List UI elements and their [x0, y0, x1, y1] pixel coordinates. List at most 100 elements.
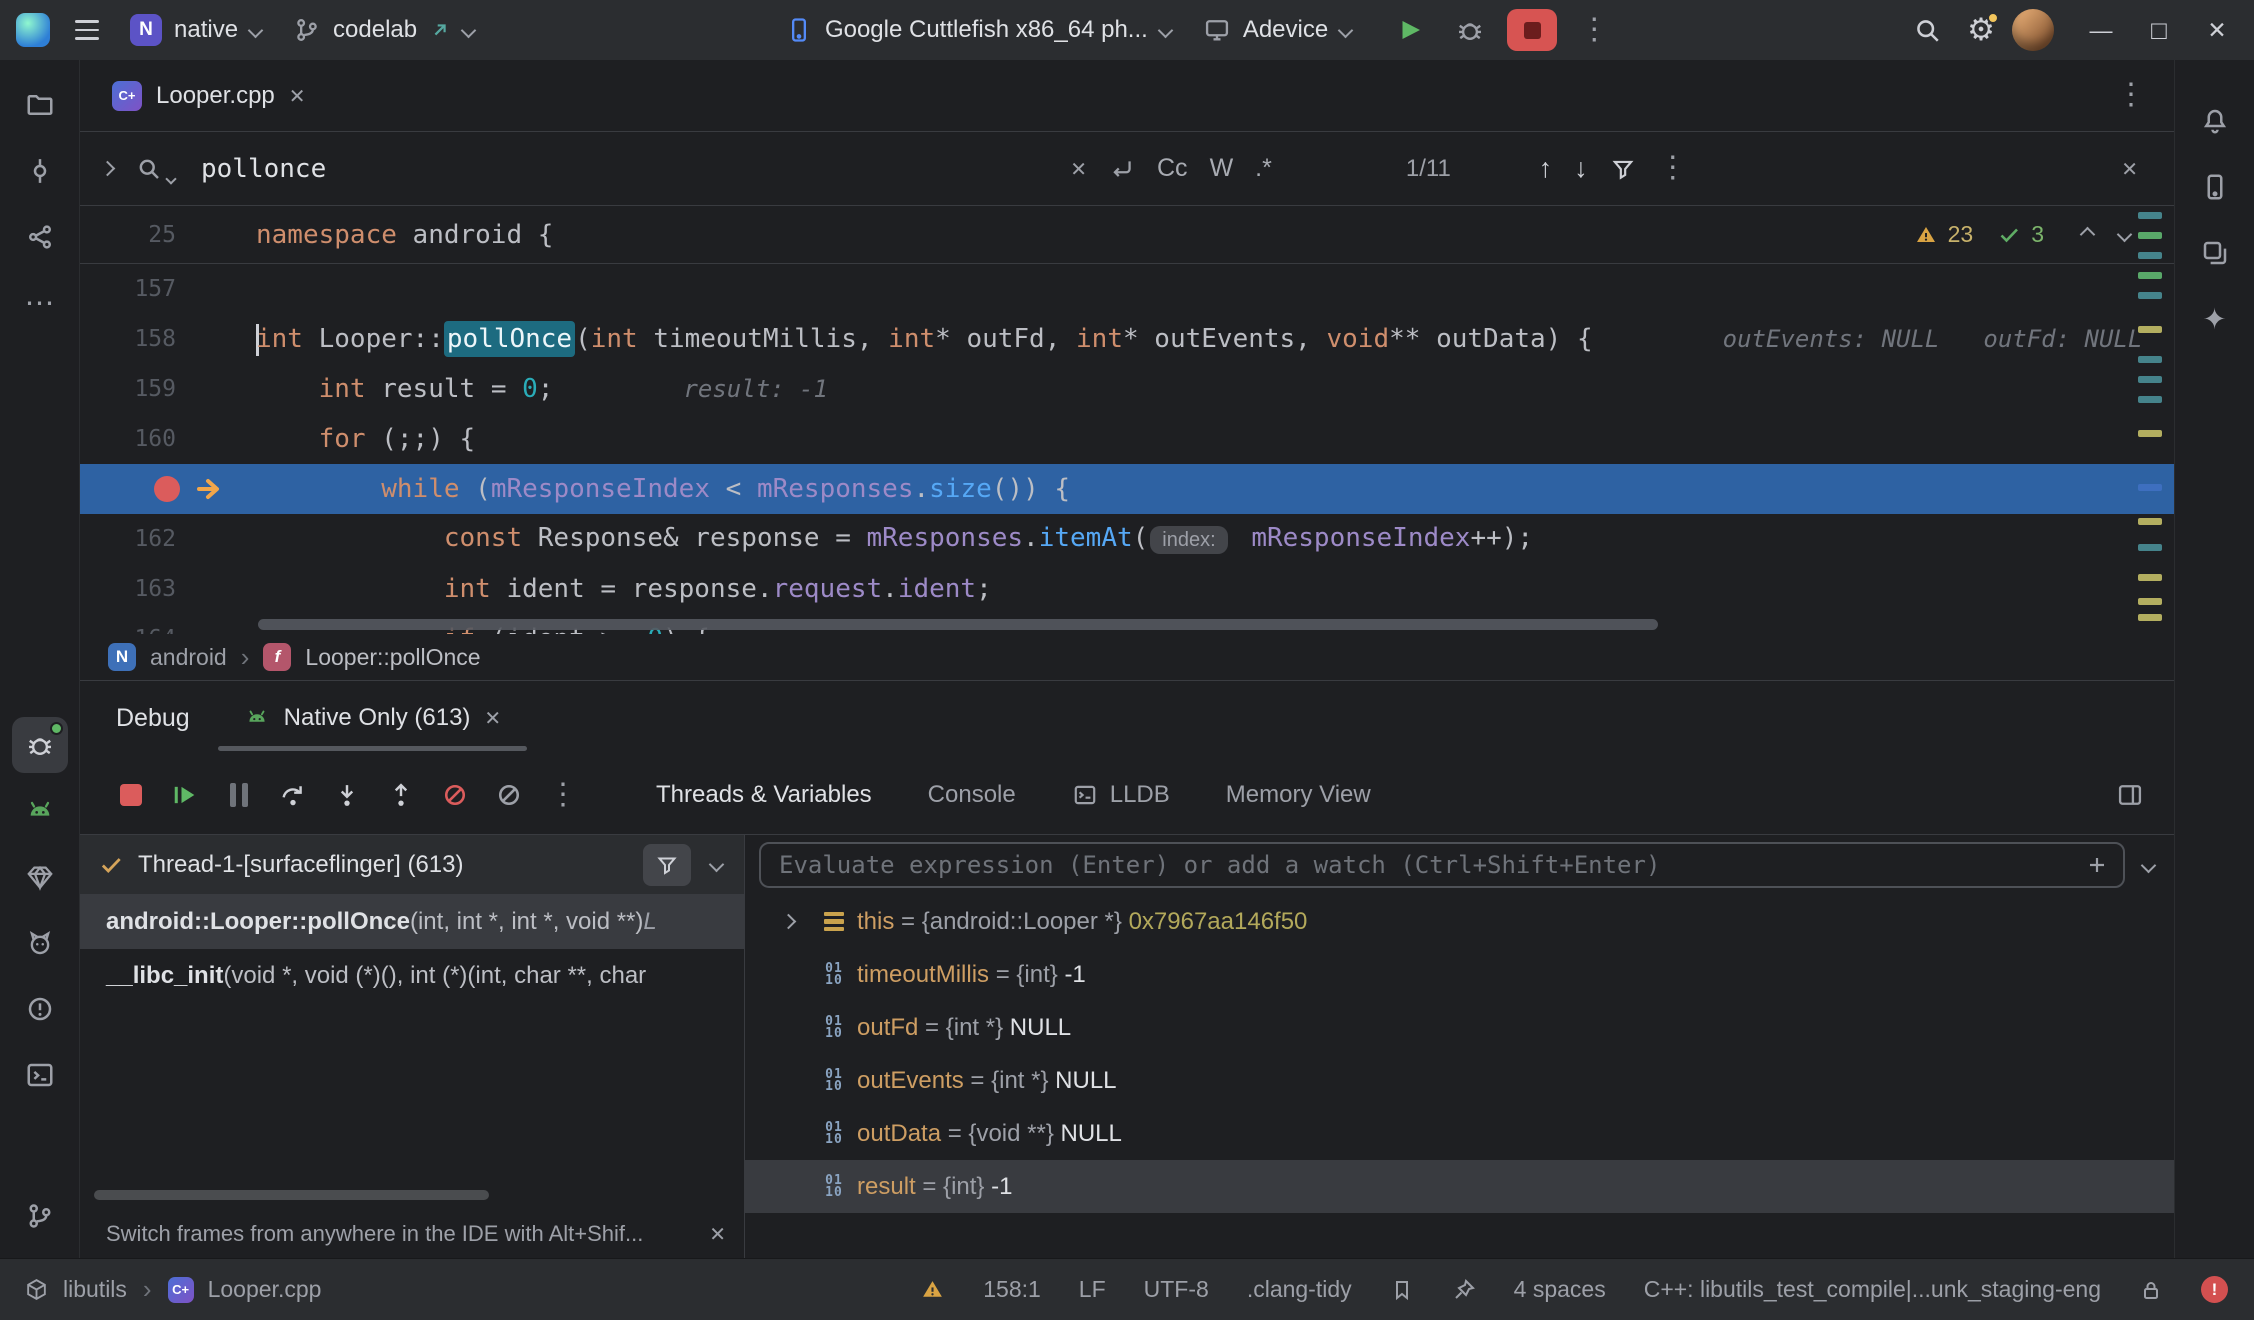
- pause-program-icon[interactable]: [216, 772, 262, 818]
- words-toggle[interactable]: W: [1210, 154, 1234, 183]
- indent-setting[interactable]: 4 spaces: [1514, 1276, 1606, 1303]
- filter-frames-icon[interactable]: [643, 844, 691, 886]
- pull-requests-icon[interactable]: [12, 209, 68, 265]
- breakpoint-icon[interactable]: [154, 476, 180, 502]
- stop-process-icon[interactable]: [108, 772, 154, 818]
- search-mode-icon[interactable]: [135, 155, 175, 183]
- next-match-icon[interactable]: ↓: [1574, 153, 1588, 184]
- commit-icon[interactable]: [12, 143, 68, 199]
- project-folder-icon[interactable]: [12, 77, 68, 133]
- problems-icon[interactable]: [12, 981, 68, 1037]
- tab-lldb[interactable]: LLDB: [1072, 781, 1170, 809]
- stripe-mark[interactable]: [2138, 430, 2162, 437]
- adevice-widget[interactable]: Adevice: [1191, 8, 1363, 52]
- tab-threads-variables[interactable]: Threads & Variables: [656, 781, 872, 809]
- debug-session-tab[interactable]: Native Only (613): [244, 681, 502, 755]
- version-control-icon[interactable]: [12, 1188, 68, 1244]
- stripe-mark[interactable]: [2138, 212, 2162, 219]
- filter-search-icon[interactable]: [1610, 156, 1636, 182]
- code-line-160[interactable]: 160 for (;;) {: [80, 414, 2174, 464]
- code-line-161[interactable]: while (mResponseIndex < mResponses.size(…: [80, 464, 2174, 514]
- bookmark-icon[interactable]: [1390, 1278, 1414, 1302]
- stripe-mark[interactable]: [2138, 518, 2162, 525]
- maximize-button[interactable]: [2130, 1, 2188, 59]
- resume-program-icon[interactable]: [162, 772, 208, 818]
- clear-search-icon[interactable]: [1070, 155, 1087, 183]
- step-over-icon[interactable]: [270, 772, 316, 818]
- code-line-162[interactable]: 162 const Response& response = mResponse…: [80, 514, 2174, 564]
- search-options-icon[interactable]: [1658, 153, 1688, 184]
- frames-scrollbar[interactable]: [94, 1190, 489, 1200]
- add-watch-icon[interactable]: [2085, 853, 2109, 877]
- app-quality-insights-icon[interactable]: [12, 849, 68, 905]
- stop-button[interactable]: [1507, 9, 1557, 51]
- variable-row[interactable]: 0110result = {int} -1: [745, 1160, 2174, 1213]
- editor[interactable]: 25 namespace android { 23 3 157158int Lo…: [80, 206, 2174, 634]
- lock-icon[interactable]: [2139, 1278, 2163, 1302]
- stack-frame[interactable]: __libc_init(void *, void (*)(), int (*)(…: [80, 949, 744, 1003]
- stripe-mark[interactable]: [2138, 614, 2162, 621]
- stripe-mark[interactable]: [2138, 232, 2162, 239]
- run-button[interactable]: [1387, 7, 1433, 53]
- search-everywhere-icon[interactable]: [1904, 7, 1950, 53]
- editor-tab-looper-cpp[interactable]: Looper.cpp: [88, 60, 330, 131]
- stripe-mark[interactable]: [2138, 356, 2162, 363]
- device-manager-icon[interactable]: [2187, 159, 2243, 215]
- step-into-icon[interactable]: [324, 772, 370, 818]
- match-case-toggle[interactable]: Cc: [1157, 154, 1188, 183]
- device-selector[interactable]: Google Cuttlefish x86_64 ph...: [773, 8, 1183, 52]
- minimize-button[interactable]: [2072, 1, 2130, 59]
- more-tool-windows-icon[interactable]: [12, 275, 68, 331]
- user-avatar[interactable]: [2012, 9, 2054, 51]
- warning-icon[interactable]: [920, 1277, 945, 1302]
- stack-frame[interactable]: android::Looper::pollOnce(int, int *, in…: [80, 895, 744, 949]
- clang-tidy[interactable]: .clang-tidy: [1247, 1276, 1352, 1303]
- line-separator[interactable]: LF: [1079, 1276, 1106, 1303]
- expand-search-icon[interactable]: [100, 161, 116, 177]
- caret-position[interactable]: 158:1: [983, 1276, 1041, 1303]
- running-devices-icon[interactable]: [12, 783, 68, 839]
- fatal-error-icon[interactable]: [2201, 1276, 2228, 1303]
- regex-toggle[interactable]: .*: [1255, 154, 1272, 183]
- code-line-157[interactable]: 157: [80, 264, 2174, 314]
- gemini-icon[interactable]: [2187, 291, 2243, 347]
- layout-settings-icon[interactable]: [2116, 781, 2144, 809]
- stripe-mark[interactable]: [2138, 574, 2162, 581]
- error-stripe[interactable]: [2138, 206, 2162, 634]
- stripe-mark[interactable]: [2138, 376, 2162, 383]
- pin-icon[interactable]: [1452, 1278, 1476, 1302]
- search-input[interactable]: pollonce: [201, 154, 326, 184]
- step-out-icon[interactable]: [378, 772, 424, 818]
- layout-inspector-icon[interactable]: [2187, 225, 2243, 281]
- project-widget[interactable]: N native: [118, 8, 273, 52]
- more-run-options-icon[interactable]: [1571, 7, 1617, 53]
- newline-icon[interactable]: [1109, 156, 1135, 182]
- vcs-branch-widget[interactable]: codelab: [281, 8, 486, 52]
- close-session-icon[interactable]: [484, 704, 501, 732]
- code-line-158[interactable]: 158int Looper::pollOnce(int timeoutMilli…: [80, 314, 2174, 364]
- status-module[interactable]: libutils: [63, 1276, 127, 1303]
- variable-row[interactable]: 0110outFd = {int *} NULL: [745, 1001, 2174, 1054]
- thread-selector[interactable]: Thread-1-[surfaceflinger] (613): [80, 835, 744, 895]
- close-tab-icon[interactable]: [289, 82, 306, 110]
- code-line-159[interactable]: 159 int result = 0;result: -1: [80, 364, 2174, 414]
- variable-row[interactable]: 0110outData = {void **} NULL: [745, 1107, 2174, 1160]
- stripe-mark[interactable]: [2138, 396, 2162, 403]
- tab-options-icon[interactable]: [2116, 80, 2146, 111]
- status-file[interactable]: Looper.cpp: [208, 1276, 322, 1303]
- stripe-mark[interactable]: [2138, 252, 2162, 259]
- view-breakpoints-icon[interactable]: [486, 772, 532, 818]
- notifications-bell-icon[interactable]: [2187, 93, 2243, 149]
- expand-chevron-icon[interactable]: [765, 916, 811, 927]
- close-find-bar-icon[interactable]: [2121, 155, 2138, 183]
- main-menu-icon[interactable]: [64, 7, 110, 53]
- previous-problem-icon[interactable]: [2080, 227, 2096, 243]
- horizontal-scrollbar[interactable]: [258, 619, 1658, 630]
- chevron-down-icon[interactable]: [709, 857, 725, 873]
- variable-row[interactable]: 0110timeoutMillis = {int} -1: [745, 948, 2174, 1001]
- stripe-mark[interactable]: [2138, 598, 2162, 605]
- variable-row[interactable]: 0110outEvents = {int *} NULL: [745, 1054, 2174, 1107]
- terminal-icon[interactable]: [12, 1047, 68, 1103]
- logcat-icon[interactable]: [12, 915, 68, 971]
- stripe-mark[interactable]: [2138, 326, 2162, 333]
